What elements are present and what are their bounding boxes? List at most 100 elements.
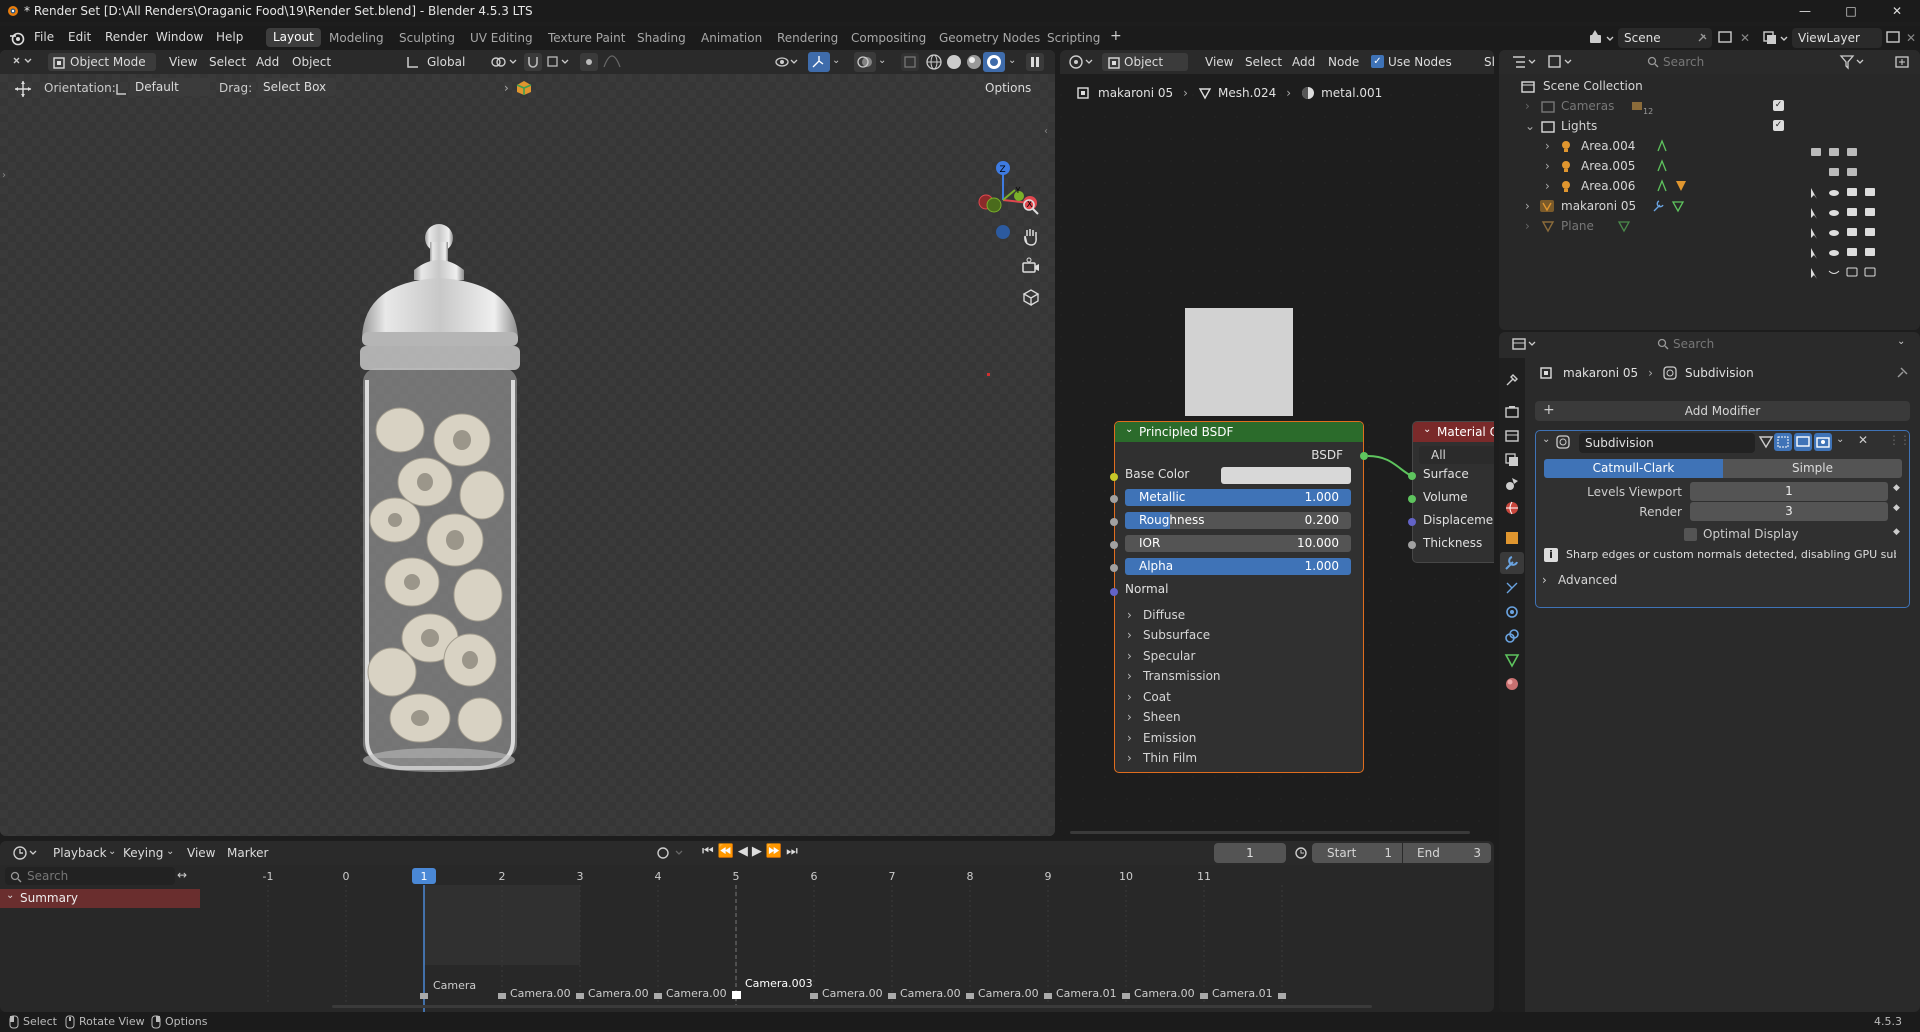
output-target-dropdown[interactable]: All bbox=[1419, 446, 1494, 464]
tab-animation[interactable]: Animation bbox=[701, 31, 762, 45]
pan-hand-icon[interactable] bbox=[1021, 227, 1041, 247]
shading-dropdown-icon[interactable]: ⌄ bbox=[1008, 55, 1016, 66]
menu-window[interactable]: Window bbox=[156, 30, 203, 44]
add-workspace-button[interactable]: + bbox=[1110, 28, 1122, 44]
node-editor-scrollbar[interactable] bbox=[1070, 831, 1470, 834]
tab-render-icon[interactable] bbox=[1504, 404, 1520, 420]
menu-help[interactable]: Help bbox=[216, 30, 243, 44]
edit-mode-toggle-icon[interactable] bbox=[1758, 434, 1774, 450]
alpha-socket[interactable] bbox=[1110, 564, 1118, 572]
sidebar-expand-icon[interactable]: ‹ bbox=[1044, 126, 1048, 137]
xray-toggle-icon[interactable] bbox=[901, 53, 919, 71]
snap-toggle-icon[interactable] bbox=[524, 53, 542, 71]
tab-object-icon[interactable] bbox=[1504, 530, 1520, 546]
new-scene-icon[interactable] bbox=[1716, 29, 1734, 45]
scene-icon[interactable] bbox=[1588, 29, 1616, 47]
scene-collection-row[interactable]: Scene Collection bbox=[1499, 76, 1920, 96]
view-layer-icon[interactable] bbox=[1762, 29, 1790, 47]
falloff-icon[interactable] bbox=[602, 54, 624, 70]
catmull-clark-option[interactable]: Catmull-Clark bbox=[1544, 459, 1723, 478]
minimize-button[interactable]: — bbox=[1782, 0, 1828, 22]
tab-particles-icon[interactable] bbox=[1504, 580, 1520, 596]
shading-solid-icon[interactable] bbox=[945, 53, 963, 71]
timeline-dopesheet[interactable]: 1 -1 0 2 3 4 5 6 7 8 9 10 11 Camera Camera.00 … bbox=[200, 865, 1494, 1012]
editor-type-outliner-icon[interactable] bbox=[1511, 54, 1541, 70]
filter-icon[interactable] bbox=[1839, 54, 1869, 70]
cage-toggle-icon[interactable] bbox=[1774, 433, 1792, 451]
tab-modeling[interactable]: Modeling bbox=[329, 31, 384, 45]
editor-type-shader-icon[interactable] bbox=[1068, 54, 1098, 70]
editor-type-properties-icon[interactable] bbox=[1511, 336, 1541, 352]
toolbar-expand-icon[interactable]: › bbox=[2, 170, 6, 181]
advanced-panel[interactable]: › Advanced bbox=[1542, 573, 1617, 587]
tab-rendering[interactable]: Rendering bbox=[777, 31, 838, 45]
add-modifier-button[interactable]: + Add Modifier bbox=[1535, 401, 1910, 421]
transform-orientation-dropdown[interactable]: Global bbox=[422, 53, 478, 71]
maximize-button[interactable]: □ bbox=[1828, 0, 1874, 22]
principled-bsdf-node[interactable]: Principled BSDF ⌄ BSDF Base Color Metall… bbox=[1110, 421, 1368, 773]
tab-layout[interactable]: Layout bbox=[266, 28, 321, 47]
collapse-chevron-icon[interactable]: ⌄ bbox=[1125, 424, 1133, 435]
outliner-item-cameras[interactable]: › Cameras 12 ✓ bbox=[1499, 96, 1920, 116]
pause-render-icon[interactable] bbox=[1026, 53, 1044, 71]
start-frame-field[interactable]: Start 1 bbox=[1312, 843, 1402, 863]
menu-file[interactable]: File bbox=[34, 30, 54, 44]
properties-options-icon[interactable]: ⌄ bbox=[1897, 336, 1905, 347]
menu-keying[interactable]: Keying bbox=[118, 844, 168, 862]
menu-edit[interactable]: Edit bbox=[68, 30, 91, 44]
new-collection-icon[interactable] bbox=[1894, 54, 1910, 70]
tab-compositing[interactable]: Compositing bbox=[851, 31, 926, 45]
tab-world-icon[interactable] bbox=[1504, 500, 1520, 516]
pin-icon[interactable] bbox=[1895, 366, 1909, 380]
tab-sculpting[interactable]: Sculpting bbox=[399, 31, 455, 45]
overlays-toggle-icon[interactable] bbox=[854, 52, 876, 72]
camera-view-icon[interactable] bbox=[1021, 257, 1041, 277]
viewport-menu-object[interactable]: Object bbox=[287, 53, 336, 71]
base-color-swatch[interactable] bbox=[1221, 467, 1351, 484]
remove-view-layer-icon[interactable]: ✕ bbox=[1906, 31, 1916, 45]
menu-render[interactable]: Render bbox=[105, 30, 148, 44]
view-layer-field[interactable]: ViewLayer bbox=[1792, 28, 1882, 48]
end-frame-field[interactable]: End 3 bbox=[1403, 843, 1491, 863]
shading-material-icon[interactable] bbox=[965, 53, 983, 71]
shading-rendered-icon[interactable] bbox=[983, 52, 1005, 72]
tab-modifiers-icon[interactable] bbox=[1500, 552, 1524, 574]
playback-controls[interactable]: ⏮⏪◀▶⏩⏭ bbox=[702, 844, 802, 859]
panel-coat[interactable]: › Coat bbox=[1127, 686, 1347, 707]
roughness-slider[interactable]: Roughness 0.200 bbox=[1125, 512, 1351, 529]
tab-data-icon[interactable] bbox=[1504, 652, 1520, 668]
exclude-checkbox[interactable]: ✓ bbox=[1773, 100, 1784, 111]
snap-target-icon[interactable] bbox=[546, 54, 572, 70]
swap-icon[interactable]: ↔ bbox=[177, 868, 187, 882]
drag-dropdown[interactable]: Select Box bbox=[258, 78, 336, 96]
display-mode-icon[interactable] bbox=[1547, 54, 1577, 70]
use-nodes-checkbox[interactable]: ✓ bbox=[1371, 55, 1384, 68]
node-menu-node[interactable]: Node bbox=[1323, 53, 1364, 71]
shader-node-editor[interactable]: Object View Select Add Node ✓ Use Nodes … bbox=[1060, 50, 1494, 836]
3d-viewport[interactable]: Object Mode View Select Add Object Globa… bbox=[0, 50, 1055, 836]
panel-thin-film[interactable]: › Thin Film bbox=[1127, 748, 1347, 768]
metallic-slider[interactable]: Metallic 1.000 bbox=[1125, 489, 1351, 506]
tab-geometry-nodes[interactable]: Geometry Nodes bbox=[939, 31, 1040, 45]
orientation-dropdown[interactable]: Default bbox=[130, 78, 210, 96]
panel-diffuse[interactable]: › Diffuse bbox=[1127, 604, 1347, 625]
zoom-icon[interactable] bbox=[1021, 197, 1041, 217]
restriction-toggles[interactable] bbox=[1787, 146, 1917, 296]
tab-output-icon[interactable] bbox=[1504, 428, 1520, 444]
thickness-socket[interactable] bbox=[1408, 541, 1416, 549]
normal-socket[interactable] bbox=[1110, 588, 1118, 596]
animate-property-icon[interactable]: ◆ bbox=[1893, 527, 1900, 537]
metallic-socket[interactable] bbox=[1110, 495, 1118, 503]
node-menu-view[interactable]: View bbox=[1200, 53, 1238, 71]
pin-scene-icon[interactable] bbox=[1696, 32, 1708, 44]
tab-scripting[interactable]: Scripting bbox=[1047, 31, 1100, 45]
outliner-item-lights[interactable]: ⌄ Lights ✓ bbox=[1499, 116, 1920, 136]
tab-uv-editing[interactable]: UV Editing bbox=[470, 31, 533, 45]
gizmo-toggle-icon[interactable] bbox=[808, 52, 830, 72]
ior-socket[interactable] bbox=[1110, 541, 1118, 549]
outliner[interactable]: Search Scene Collection › Cameras 12 ✓ ⌄… bbox=[1499, 50, 1920, 330]
tab-material-icon[interactable] bbox=[1504, 676, 1520, 692]
surface-socket[interactable] bbox=[1408, 472, 1416, 480]
tab-scene-icon[interactable] bbox=[1504, 476, 1520, 492]
drag-handle-icon[interactable]: ⋮⋮ bbox=[1888, 433, 1911, 447]
